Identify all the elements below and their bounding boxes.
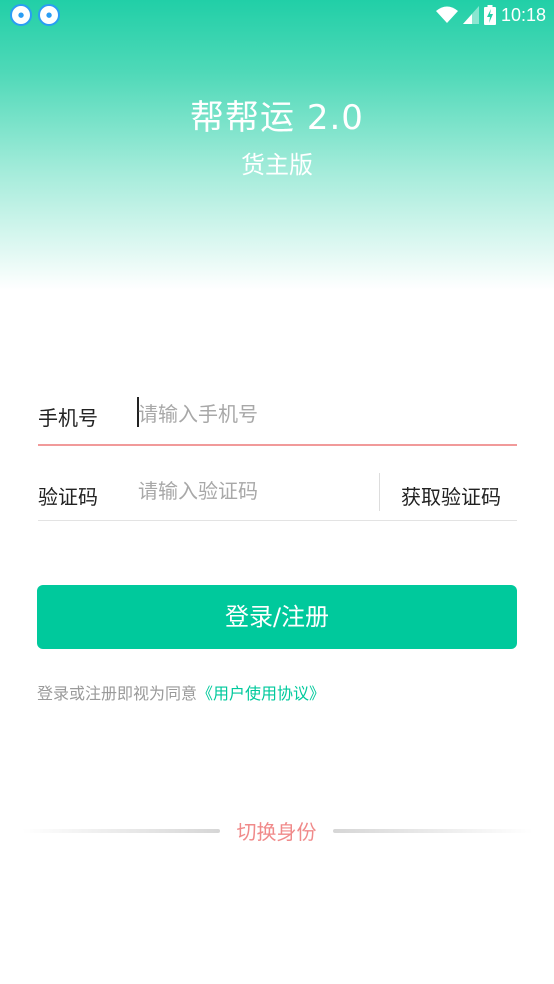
user-agreement-link[interactable]: 《用户使用协议》 xyxy=(197,684,325,703)
signal-icon xyxy=(462,6,479,24)
app-title: 帮帮运 2.0 xyxy=(190,98,364,138)
app-subtitle: 货主版 xyxy=(241,151,313,179)
battery-charging-icon xyxy=(483,5,496,25)
phone-label: 手机号 xyxy=(38,406,98,430)
login-button[interactable]: 登录/注册 xyxy=(37,585,517,649)
app-notification-icon: ● xyxy=(38,4,60,26)
switch-identity-button[interactable]: 切换身份 xyxy=(220,816,333,845)
phone-input[interactable] xyxy=(138,396,368,432)
status-icons: 10:18 xyxy=(435,3,546,27)
divider-right xyxy=(333,829,533,833)
wifi-icon xyxy=(435,6,458,23)
agreement-prefix: 登录或注册即视为同意 xyxy=(37,684,198,703)
code-label: 验证码 xyxy=(38,485,98,509)
divider-left xyxy=(22,829,220,833)
status-bar: ● ● 10:18 xyxy=(0,0,554,30)
phone-row: 手机号 xyxy=(38,384,517,446)
app-notification-icon: ● xyxy=(10,4,32,26)
code-row: 验证码 获取验证码 xyxy=(38,463,517,521)
agreement-text: 登录或注册即视为同意《用户使用协议》 xyxy=(37,680,325,704)
code-divider xyxy=(379,473,380,511)
code-input[interactable] xyxy=(138,473,368,509)
status-time: 10:18 xyxy=(500,4,546,25)
get-code-button[interactable]: 获取验证码 xyxy=(401,481,501,510)
